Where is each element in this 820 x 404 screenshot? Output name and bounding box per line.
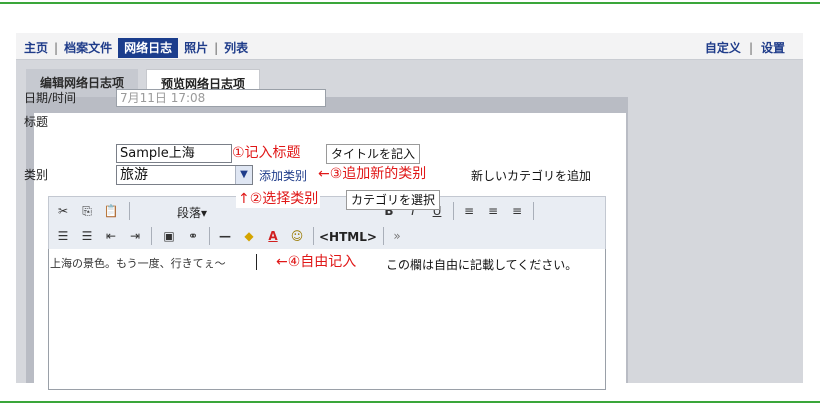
title-field[interactable]: Sample上海: [116, 144, 232, 163]
toolbar-separator: [383, 227, 384, 245]
annotation-title-note: タイトルを記入: [326, 144, 421, 164]
indent-icon[interactable]: ⇥: [127, 228, 143, 244]
nav-home[interactable]: 主页: [24, 41, 48, 55]
copy-icon[interactable]: ⎘: [79, 203, 95, 219]
nav-settings[interactable]: 设置: [761, 41, 785, 55]
horizontal-rule-icon[interactable]: —: [217, 228, 233, 244]
toolbar-separator: [533, 202, 534, 220]
unordered-list-icon[interactable]: ☰: [79, 228, 95, 244]
chevron-down-icon[interactable]: ▼: [235, 166, 252, 184]
top-green-line: [0, 2, 820, 4]
annotation-free-note: この欄は自由に記載してください。: [386, 258, 578, 272]
font-color-icon[interactable]: A: [265, 228, 281, 244]
align-center-icon[interactable]: ≡: [485, 203, 501, 219]
date-label: 日期/时间: [24, 91, 77, 105]
category-select[interactable]: 旅游 ▼: [116, 165, 253, 185]
category-value: 旅游: [120, 167, 148, 183]
top-navbar: 主页 | 档案文件 网络日志 照片 | 列表 自定义 | 设置: [16, 33, 803, 60]
annotation-select-red: ↑②选择类别: [236, 188, 321, 208]
outdent-icon[interactable]: ⇤: [103, 228, 119, 244]
html-mode-button[interactable]: <HTML>: [319, 230, 377, 244]
toolbar-separator: [209, 227, 210, 245]
toolbar-separator: [313, 227, 314, 245]
bottom-green-line: [0, 401, 820, 403]
category-label: 类别: [24, 168, 49, 182]
editor-toolbar: ✂ ⎘ 📋 段落▾ B I U ≡ ≡ ≡ ☰ ☰ ⇤ ⇥ ▣ ⚭ — ◆ A …: [48, 196, 606, 250]
annotation-add-note: 新しいカテゴリを追加: [471, 169, 592, 183]
annotation-title-red: ①记入标题: [232, 145, 301, 161]
nav-customize[interactable]: 自定义: [705, 41, 741, 55]
image-icon[interactable]: ▣: [161, 228, 177, 244]
nav-profile[interactable]: 档案文件: [64, 41, 112, 55]
nav-right: 自定义 | 设置: [704, 41, 785, 55]
annotation-free-red: ←④自由记入: [276, 254, 357, 270]
toolbar-separator: [129, 202, 130, 220]
toolbar-separator: [151, 227, 152, 245]
right-empty-area: [644, 97, 803, 383]
editor-content: 上海の景色。もう一度、行きてぇ～: [50, 257, 226, 270]
align-left-icon[interactable]: ≡: [461, 203, 477, 219]
toolbar-separator: [453, 202, 454, 220]
annotation-select-note: カテゴリを選択: [346, 190, 441, 210]
paragraph-dropdown[interactable]: 段落▾: [177, 204, 207, 221]
align-right-icon[interactable]: ≡: [509, 203, 525, 219]
more-icon[interactable]: »: [389, 228, 405, 244]
annotation-add-red: ←③追加新的类别: [318, 166, 427, 182]
add-category-link[interactable]: 添加类别: [259, 167, 307, 184]
nav-blog[interactable]: 网络日志: [118, 38, 179, 58]
text-caret: [256, 254, 257, 270]
emoticon-icon[interactable]: ☺: [289, 228, 305, 244]
nav-photos[interactable]: 照片: [184, 41, 208, 55]
nav-list[interactable]: 列表: [224, 41, 248, 55]
cut-icon[interactable]: ✂: [55, 203, 71, 219]
title-label: 标题: [24, 115, 49, 129]
nav-left: 主页 | 档案文件 网络日志 照片 | 列表: [24, 38, 248, 58]
paste-icon[interactable]: 📋: [103, 203, 119, 219]
link-icon[interactable]: ⚭: [185, 228, 201, 244]
ordered-list-icon[interactable]: ☰: [55, 228, 71, 244]
date-field[interactable]: 7月11日 17:08: [116, 89, 326, 107]
highlight-icon[interactable]: ◆: [241, 228, 257, 244]
